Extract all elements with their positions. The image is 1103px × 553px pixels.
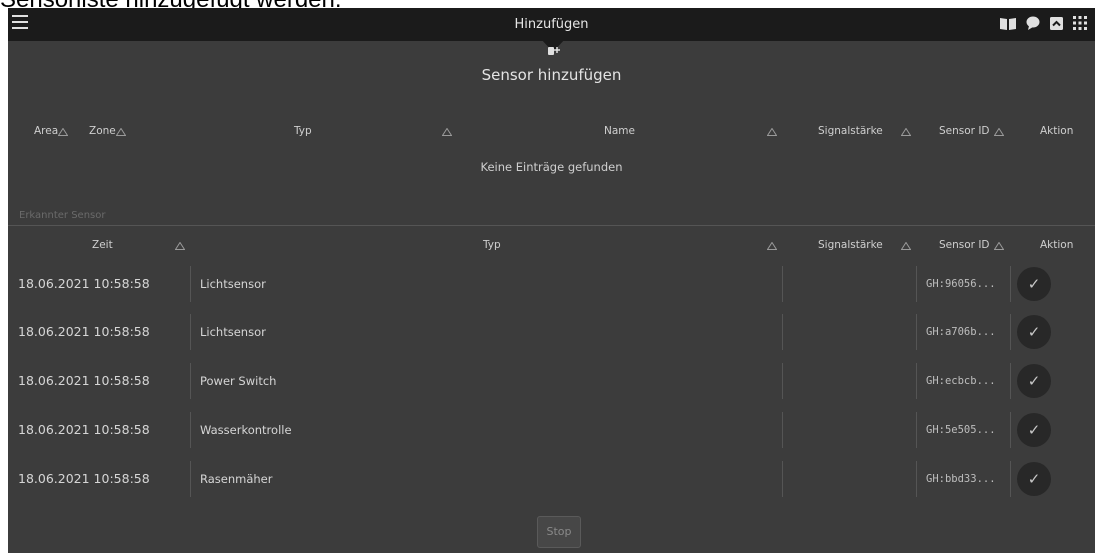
cell-sensor-id: GH:a706b... xyxy=(926,326,996,338)
col-header-typ[interactable]: Typ xyxy=(294,125,312,137)
section-label: Erkannter Sensor xyxy=(19,210,106,221)
col-header-sensor-id[interactable]: Sensor ID xyxy=(939,239,990,251)
cell-sensor-id: GH:5e505... xyxy=(926,424,996,436)
apps-grid-icon[interactable] xyxy=(1073,16,1087,30)
col-header-aktion: Aktion xyxy=(1040,125,1074,137)
sort-icon[interactable] xyxy=(116,128,126,136)
sort-icon[interactable] xyxy=(767,128,777,136)
col-header-zone[interactable]: Zone xyxy=(89,125,116,137)
section-divider xyxy=(8,225,1095,226)
cell-sensor-id: GH:ecbcb... xyxy=(926,375,996,387)
cell-zeit: 18.06.2021 10:58:58 xyxy=(18,422,150,437)
sort-icon[interactable] xyxy=(58,128,68,136)
col-header-sensor-id[interactable]: Sensor ID xyxy=(939,125,990,137)
col-header-area[interactable]: Area xyxy=(34,125,58,137)
sort-icon[interactable] xyxy=(901,242,911,250)
sort-icon[interactable] xyxy=(901,128,911,136)
table-row: 18.06.2021 10:58:58 Power Switch GH:ecbc… xyxy=(8,363,1095,399)
cell-typ: Lichtsensor xyxy=(200,277,266,291)
check-icon: ✓ xyxy=(1027,420,1041,439)
chat-icon[interactable] xyxy=(1026,16,1040,30)
sort-icon[interactable] xyxy=(994,242,1004,250)
sort-icon[interactable] xyxy=(442,128,452,136)
confirm-button[interactable]: ✓ xyxy=(1017,267,1051,301)
page-title: Hinzufügen xyxy=(514,17,589,32)
col-header-name[interactable]: Name xyxy=(604,125,635,137)
stop-button[interactable]: Stop xyxy=(537,516,581,548)
book-icon[interactable] xyxy=(1000,17,1016,30)
cell-zeit: 18.06.2021 10:58:58 xyxy=(18,471,150,486)
sort-icon[interactable] xyxy=(767,242,777,250)
confirm-button[interactable]: ✓ xyxy=(1017,315,1051,349)
panel-title: Sensor hinzufügen xyxy=(481,66,622,84)
toolbar-icons xyxy=(1000,16,1087,30)
app-window: Hinzufügen Sensor hinzufügen Area Zone T… xyxy=(8,8,1095,553)
table-row: 18.06.2021 10:58:58 Lichtsensor GH:a706b… xyxy=(8,314,1095,350)
col-header-aktion: Aktion xyxy=(1040,239,1074,251)
table-row: 18.06.2021 10:58:58 Lichtsensor GH:96056… xyxy=(8,266,1095,302)
cell-zeit: 18.06.2021 10:58:58 xyxy=(18,324,150,339)
add-sensor-icon xyxy=(548,41,560,60)
confirm-button[interactable]: ✓ xyxy=(1017,364,1051,398)
empty-message: Keine Einträge gefunden xyxy=(480,160,623,174)
check-icon: ✓ xyxy=(1027,469,1041,488)
table-row: 18.06.2021 10:58:58 Wasserkontrolle GH:5… xyxy=(8,412,1095,448)
expand-icon[interactable] xyxy=(1050,16,1063,30)
cell-zeit: 18.06.2021 10:58:58 xyxy=(18,373,150,388)
check-icon: ✓ xyxy=(1027,371,1041,390)
top-bar: Hinzufügen xyxy=(8,8,1095,41)
cell-sensor-id: GH:bbd33... xyxy=(926,473,996,485)
sort-icon[interactable] xyxy=(175,242,185,250)
check-icon: ✓ xyxy=(1027,274,1041,293)
check-icon: ✓ xyxy=(1027,322,1041,341)
table-row: 18.06.2021 10:58:58 Rasenmäher GH:bbd33.… xyxy=(8,461,1095,497)
cell-typ: Wasserkontrolle xyxy=(200,423,292,437)
confirm-button[interactable]: ✓ xyxy=(1017,462,1051,496)
col-header-signal[interactable]: Signalstärke xyxy=(818,125,883,137)
sort-icon[interactable] xyxy=(994,128,1004,136)
col-header-zeit[interactable]: Zeit xyxy=(92,239,113,251)
cell-typ: Power Switch xyxy=(200,374,277,388)
cell-zeit: 18.06.2021 10:58:58 xyxy=(18,276,150,291)
confirm-button[interactable]: ✓ xyxy=(1017,413,1051,447)
cell-typ: Lichtsensor xyxy=(200,325,266,339)
cell-sensor-id: GH:96056... xyxy=(926,278,996,290)
col-header-typ[interactable]: Typ xyxy=(483,239,501,251)
col-header-signal[interactable]: Signalstärke xyxy=(818,239,883,251)
cell-typ: Rasenmäher xyxy=(200,472,273,486)
